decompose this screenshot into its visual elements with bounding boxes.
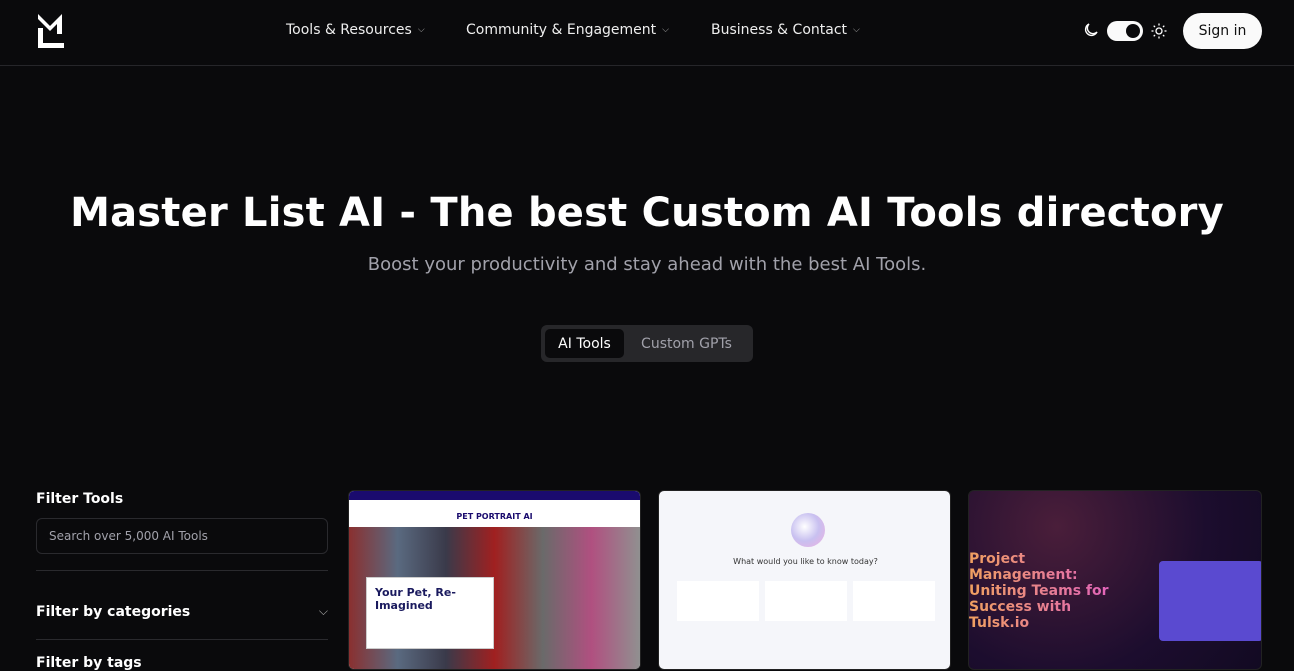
card-illustration bbox=[1159, 561, 1261, 641]
page-subtitle: Boost your productivity and stay ahead w… bbox=[367, 254, 927, 275]
chevron-down-icon: ⌵ bbox=[662, 25, 669, 35]
suggestion-grid bbox=[677, 603, 935, 621]
card-headline: Your Pet, Re-Imagined bbox=[366, 577, 494, 649]
page-title: Master List AI - The best Custom AI Tool… bbox=[70, 190, 1224, 236]
filter-tags[interactable]: Filter by tags bbox=[36, 655, 142, 671]
nav-label: Community & Engagement bbox=[466, 22, 657, 38]
sun-icon bbox=[1151, 23, 1167, 39]
card-headline: What would you like to know today? bbox=[733, 557, 878, 566]
filter-categories-label: Filter by categories bbox=[36, 604, 191, 620]
sign-in-button[interactable]: Sign in bbox=[1183, 13, 1262, 49]
header: Tools & Resources ⌵ Community & Engagemen… bbox=[0, 0, 1294, 66]
tool-card[interactable]: What would you like to know today? bbox=[658, 490, 951, 670]
filter-title: Filter Tools bbox=[36, 491, 124, 507]
nav-label: Business & Contact bbox=[711, 22, 848, 38]
nav-community-engagement[interactable]: Community & Engagement ⌵ bbox=[466, 22, 669, 38]
chevron-down-icon: ⌵ bbox=[853, 25, 860, 35]
theme-toggle[interactable] bbox=[1107, 21, 1143, 41]
logo[interactable] bbox=[36, 14, 64, 48]
nav-label: Tools & Resources bbox=[286, 22, 412, 38]
nav-tools-resources[interactable]: Tools & Resources ⌵ bbox=[286, 22, 425, 38]
moon-icon bbox=[1084, 23, 1098, 37]
filter-categories[interactable]: Filter by categories ⌵ bbox=[36, 604, 328, 620]
card-headline: Project Management: Uniting Teams for Su… bbox=[969, 551, 1119, 631]
tool-card[interactable]: PET PORTRAIT AI Your Pet, Re-Imagined bbox=[348, 490, 641, 670]
tab-ai-tools[interactable]: AI Tools bbox=[545, 329, 624, 358]
divider bbox=[36, 639, 328, 640]
divider bbox=[36, 570, 328, 571]
search-input[interactable] bbox=[36, 518, 328, 554]
tool-type-tabs: AI Tools Custom GPTs bbox=[541, 325, 753, 362]
chevron-down-icon: ⌵ bbox=[417, 25, 425, 35]
nav-business-contact[interactable]: Business & Contact ⌵ bbox=[711, 22, 860, 38]
orb-image bbox=[791, 513, 825, 547]
card-banner bbox=[349, 491, 640, 500]
tool-card[interactable]: Project Management: Uniting Teams for Su… bbox=[968, 490, 1262, 670]
tab-custom-gpts[interactable]: Custom GPTs bbox=[624, 329, 749, 358]
chevron-down-icon: ⌵ bbox=[318, 604, 328, 618]
card-brand: PET PORTRAIT AI bbox=[349, 500, 640, 527]
